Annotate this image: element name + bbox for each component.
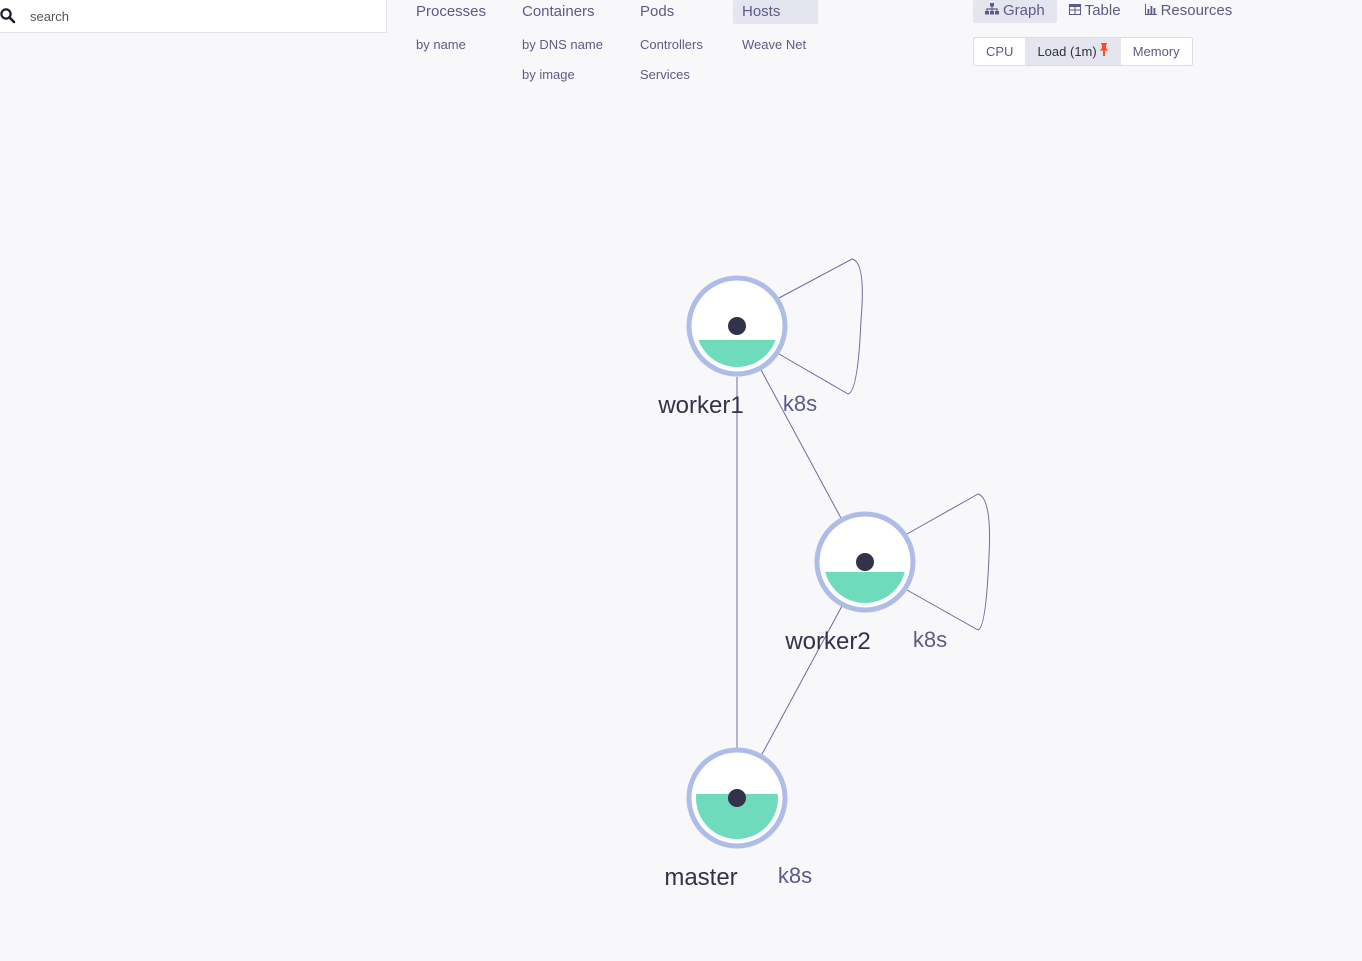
graph-node[interactable]: worker1 k8s (657, 275, 817, 419)
node-center-dot (728, 789, 746, 807)
node-label: worker2 (784, 628, 870, 655)
node-label: worker1 (657, 392, 743, 419)
node-label: master (664, 864, 737, 891)
node-sublabel: k8s (778, 863, 812, 888)
node-center-dot (856, 553, 874, 571)
graph-node[interactable]: master k8s (664, 747, 812, 891)
topology-graph: worker1 k8s worker2 k8s master k8s (657, 258, 990, 891)
graph-edge[interactable] (778, 258, 863, 395)
graph-node[interactable]: worker2 k8s (784, 511, 947, 655)
graph-edge[interactable] (906, 493, 990, 631)
node-sublabel: k8s (783, 391, 817, 416)
node-center-dot (728, 317, 746, 335)
node-sublabel: k8s (913, 627, 947, 652)
